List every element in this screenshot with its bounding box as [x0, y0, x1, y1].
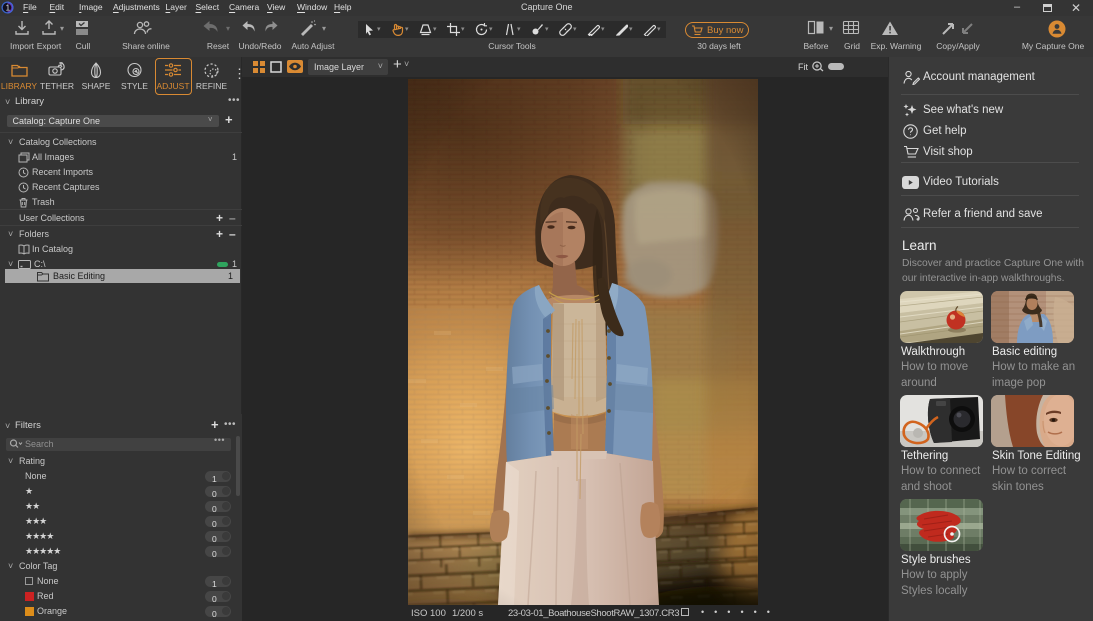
svg-text:1: 1: [6, 4, 11, 13]
